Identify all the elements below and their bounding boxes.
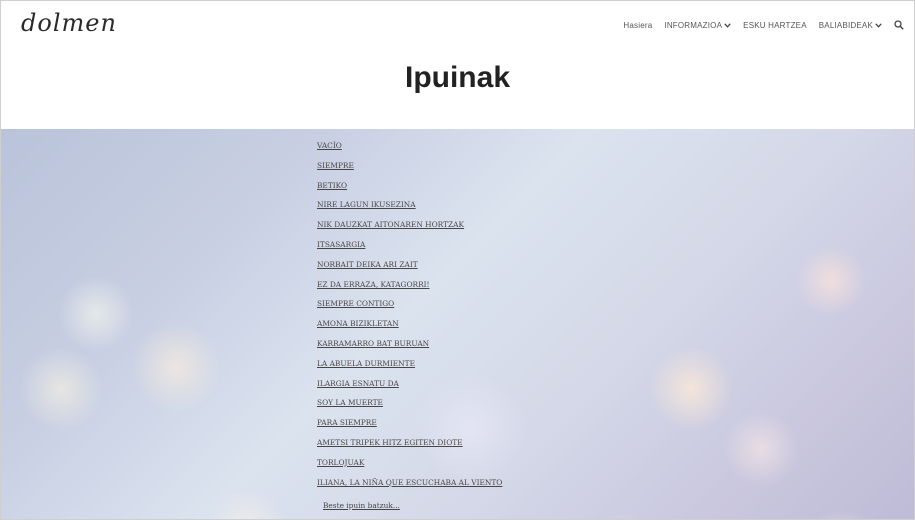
list-item: SIEMPRE bbox=[317, 161, 502, 181]
story-link[interactable]: BETIKO bbox=[317, 181, 347, 190]
list-item: SOY LA MUERTE bbox=[317, 398, 502, 418]
story-link[interactable]: LA ABUELA DURMIENTE bbox=[317, 359, 415, 368]
site-header: dolmen Hasiera INFORMAZIOA ESKU HARTZEA … bbox=[1, 1, 914, 129]
chevron-down-icon bbox=[724, 21, 731, 30]
story-link[interactable]: SIEMPRE bbox=[317, 161, 354, 170]
story-link[interactable]: AMONA BIZIKLETAN bbox=[317, 319, 399, 328]
nav-item-esku-hartzea[interactable]: ESKU HARTZEA bbox=[743, 21, 807, 30]
list-item: KARRAMARRO BAT BURUAN bbox=[317, 339, 502, 359]
list-item: NORBAIT DEIKA ARI ZAIT bbox=[317, 260, 502, 280]
story-link[interactable]: PARA SIEMPRE bbox=[317, 418, 377, 427]
list-item: AMETSI TRIPEK HITZ EGITEN DIOTE bbox=[317, 438, 502, 458]
story-link[interactable]: SOY LA MUERTE bbox=[317, 398, 383, 407]
nav-item-informazioa[interactable]: INFORMAZIOA bbox=[664, 21, 731, 30]
story-list: VACÍO SIEMPRE BETIKO NIRE LAGUN IKUSEZIN… bbox=[317, 141, 502, 497]
list-item: SIEMPRE CONTIGO bbox=[317, 299, 502, 319]
list-item: NIRE LAGUN IKUSEZINA bbox=[317, 200, 502, 220]
site-logo[interactable]: dolmen bbox=[21, 9, 117, 37]
nav-item-baliabideak[interactable]: BALIABIDEAK bbox=[819, 21, 882, 30]
nav-item-label: INFORMAZIOA bbox=[664, 20, 723, 30]
story-link[interactable]: NIK DAUZKAT AITONAREN HORTZAK bbox=[317, 220, 464, 229]
story-link[interactable]: AMETSI TRIPEK HITZ EGITEN DIOTE bbox=[317, 438, 463, 447]
more-stories-link[interactable]: Beste ipuin batzuk... bbox=[323, 501, 400, 510]
browser-page: dolmen Hasiera INFORMAZIOA ESKU HARTZEA … bbox=[0, 0, 915, 520]
nav-item-label: ESKU HARTZEA bbox=[743, 20, 807, 30]
search-icon[interactable] bbox=[894, 20, 904, 30]
list-item: VACÍO bbox=[317, 141, 502, 161]
list-item: ILIANA, LA NIÑA QUE ESCUCHABA AL VIENTO bbox=[317, 478, 502, 498]
list-item: EZ DA ERRAZA, KATAGORRI! bbox=[317, 280, 502, 300]
story-link[interactable]: ITSASARGIA bbox=[317, 240, 365, 249]
story-link[interactable]: NIRE LAGUN IKUSEZINA bbox=[317, 200, 416, 209]
page-title: Ipuinak bbox=[404, 61, 510, 94]
story-link[interactable]: ILIANA, LA NIÑA QUE ESCUCHABA AL VIENTO bbox=[317, 478, 502, 487]
main-nav: Hasiera INFORMAZIOA ESKU HARTZEA BALIABI… bbox=[623, 20, 904, 30]
story-link[interactable]: SIEMPRE CONTIGO bbox=[317, 299, 394, 308]
story-link[interactable]: NORBAIT DEIKA ARI ZAIT bbox=[317, 260, 418, 269]
list-item: ILARGIA ESNATU DA bbox=[317, 379, 502, 399]
list-item: BETIKO bbox=[317, 181, 502, 201]
list-item: AMONA BIZIKLETAN bbox=[317, 319, 502, 339]
list-item: TORLOJUAK bbox=[317, 458, 502, 478]
story-link[interactable]: EZ DA ERRAZA, KATAGORRI! bbox=[317, 280, 430, 289]
list-item: LA ABUELA DURMIENTE bbox=[317, 359, 502, 379]
chevron-down-icon bbox=[875, 21, 882, 30]
list-item: ITSASARGIA bbox=[317, 240, 502, 260]
story-link[interactable]: VACÍO bbox=[317, 141, 342, 150]
nav-item-label: Hasiera bbox=[623, 20, 653, 30]
story-link[interactable]: ILARGIA ESNATU DA bbox=[317, 379, 399, 388]
story-link[interactable]: TORLOJUAK bbox=[317, 458, 364, 467]
nav-item-label: BALIABIDEAK bbox=[818, 20, 873, 30]
story-link[interactable]: KARRAMARRO BAT BURUAN bbox=[317, 339, 429, 348]
nav-item-hasiera[interactable]: Hasiera bbox=[623, 21, 652, 30]
list-item: PARA SIEMPRE bbox=[317, 418, 502, 438]
list-item: NIK DAUZKAT AITONAREN HORTZAK bbox=[317, 220, 502, 240]
